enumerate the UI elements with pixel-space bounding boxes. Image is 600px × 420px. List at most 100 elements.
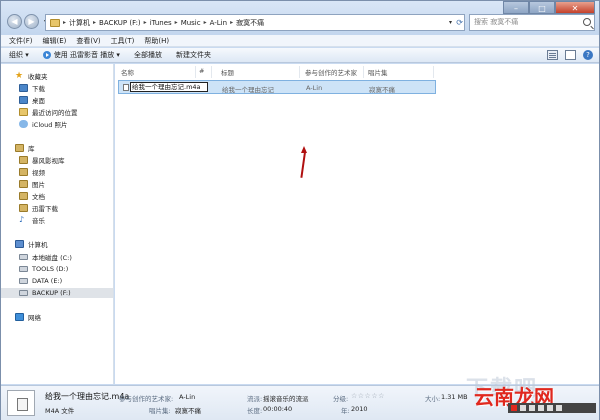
chevron-right-icon[interactable]: ▸ xyxy=(175,19,178,26)
nav-item-baofeng-library[interactable]: 暴风影视库 xyxy=(19,155,65,165)
desktop-icon xyxy=(19,96,28,104)
organize-button[interactable]: 组织 ▾ xyxy=(9,50,29,60)
column-header-album[interactable]: 唱片集 xyxy=(368,67,388,77)
details-file-name: 给我一个理由忘记.m4a xyxy=(45,392,130,401)
address-bar[interactable]: ▸ 计算机 ▸ BACKUP (F:) ▸ iTunes ▸ Music ▸ A… xyxy=(45,14,465,31)
nav-item-drive-d[interactable]: TOOLS (D:) xyxy=(19,264,68,274)
nav-item-pictures[interactable]: 图片 xyxy=(19,179,45,189)
cell-album: 寂寞不痛 xyxy=(369,86,395,94)
column-header-number[interactable]: # xyxy=(199,67,204,77)
play-all-button[interactable]: 全部播放 xyxy=(134,50,162,60)
column-divider[interactable] xyxy=(299,66,300,78)
breadcrumb-itunes[interactable]: iTunes xyxy=(150,19,172,27)
column-header-title[interactable]: 标题 xyxy=(221,67,234,77)
chevron-right-icon[interactable]: ▸ xyxy=(230,19,233,26)
details-file-type: M4A 文件 xyxy=(45,407,75,415)
nav-libraries[interactable]: 库 xyxy=(15,143,35,153)
chevron-right-icon[interactable]: ▸ xyxy=(63,19,66,26)
nav-item-videos[interactable]: 视频 xyxy=(19,167,45,177)
address-dropdown-icon[interactable]: ▾ xyxy=(449,15,452,30)
details-artist-value[interactable]: A-Lin xyxy=(179,393,195,401)
folder-icon xyxy=(50,18,60,27)
column-divider[interactable] xyxy=(195,66,196,78)
hard-drive-icon xyxy=(19,254,28,260)
column-header-name[interactable]: 名称 xyxy=(121,67,134,77)
nav-item-music[interactable]: ♪ 音乐 xyxy=(19,215,45,225)
details-album-label: 唱片集: xyxy=(149,407,171,415)
table-row[interactable]: 给我一个理由忘记.m4a 给我一个理由忘记 A-Lin 寂寞不痛 xyxy=(118,80,436,94)
play-with-label: 使用 迅雷影音 播放 ▾ xyxy=(53,51,120,59)
details-year-label: 年: xyxy=(341,407,350,415)
chevron-right-icon[interactable]: ▸ xyxy=(144,19,147,26)
ime-icon xyxy=(520,405,526,411)
network-icon xyxy=(15,313,24,321)
breadcrumb-backup-drive[interactable]: BACKUP (F:) xyxy=(99,19,141,27)
details-year-value[interactable]: 2010 xyxy=(351,405,368,413)
refresh-icon[interactable]: ⟳ xyxy=(456,15,463,30)
forward-button[interactable]: ▶ xyxy=(24,14,39,29)
column-divider[interactable] xyxy=(211,66,212,78)
details-size-label: 大小: xyxy=(425,395,441,403)
details-size-value: 1.31 MB xyxy=(441,393,468,401)
column-divider[interactable] xyxy=(433,66,434,78)
menu-file[interactable]: 文件(F) xyxy=(9,36,33,46)
chevron-right-icon[interactable]: ▸ xyxy=(204,19,207,26)
maximize-button[interactable]: □ xyxy=(529,1,555,14)
search-input[interactable]: 搜索 寂寞不痛 xyxy=(469,14,595,31)
videos-icon xyxy=(19,168,28,176)
rating-stars[interactable]: ☆☆☆☆☆ xyxy=(351,392,385,400)
nav-item-xunlei-downloads[interactable]: 迅雷下载 xyxy=(19,203,58,213)
nav-computer[interactable]: 计算机 xyxy=(15,239,48,249)
rename-input[interactable]: 给我一个理由忘记.m4a xyxy=(130,82,208,92)
explorer-window: ◀ ▶ ▾ ▸ 计算机 ▸ BACKUP (F:) ▸ iTunes ▸ Mus… xyxy=(0,0,600,420)
minimize-button[interactable]: – xyxy=(503,1,529,14)
new-folder-button[interactable]: 新建文件夹 xyxy=(176,50,211,60)
breadcrumb-artist[interactable]: A-Lin xyxy=(210,19,227,27)
preview-pane-icon[interactable] xyxy=(565,50,576,60)
details-album-value[interactable]: 寂寞不痛 xyxy=(175,405,201,415)
nav-item-label: 下载 xyxy=(32,85,45,93)
breadcrumb-music[interactable]: Music xyxy=(181,19,201,27)
nav-network[interactable]: 网络 xyxy=(15,312,41,322)
nav-item-icloud-photos[interactable]: iCloud 照片 xyxy=(19,119,67,129)
nav-item-drive-f[interactable]: BACKUP (F:) xyxy=(1,288,113,298)
recent-places-icon xyxy=(19,108,28,116)
menu-edit[interactable]: 编辑(E) xyxy=(43,36,67,46)
nav-item-desktop[interactable]: 桌面 xyxy=(19,95,45,105)
nav-item-label: 音乐 xyxy=(32,217,45,225)
column-divider[interactable] xyxy=(363,66,364,78)
file-list: 名称 # 标题 参与创作的艺术家 唱片集 给我一个理由忘记.m4a 给我一个理由… xyxy=(115,64,599,384)
back-button[interactable]: ◀ xyxy=(7,14,22,29)
close-button[interactable]: ✕ xyxy=(555,1,595,14)
nav-item-label: 图片 xyxy=(32,181,45,189)
music-note-icon: ♪ xyxy=(19,215,25,224)
command-bar: 组织 ▾ 使用 迅雷影音 播放 ▾ 全部播放 新建文件夹 ? xyxy=(1,48,599,63)
navigation-pane: ★ 收藏夹 下载 桌面 最近访问的位置 iCloud 照片 库 暴风影视库 视频… xyxy=(1,64,114,384)
menu-help[interactable]: 帮助(H) xyxy=(144,36,169,46)
column-header-artist[interactable]: 参与创作的艺术家 xyxy=(305,67,357,77)
nav-item-recent-places[interactable]: 最近访问的位置 xyxy=(19,107,78,117)
breadcrumb-album[interactable]: 寂寞不痛 xyxy=(236,18,264,28)
documents-icon xyxy=(19,192,28,200)
nav-favorites[interactable]: ★ 收藏夹 xyxy=(15,71,48,81)
change-view-icon[interactable] xyxy=(547,50,558,60)
arrow-line xyxy=(300,151,306,178)
details-genre-value[interactable]: 摇滚音乐的流派 xyxy=(263,393,309,403)
details-length-value: 00:00:40 xyxy=(263,405,293,413)
chevron-right-icon[interactable]: ▸ xyxy=(93,19,96,26)
nav-item-downloads[interactable]: 下载 xyxy=(19,83,45,93)
menu-tools[interactable]: 工具(T) xyxy=(111,36,135,46)
computer-icon xyxy=(15,240,24,248)
help-icon[interactable]: ? xyxy=(583,50,593,60)
play-with-button[interactable]: 使用 迅雷影音 播放 ▾ xyxy=(42,50,120,60)
nav-favorites-label: 收藏夹 xyxy=(28,73,48,81)
nav-item-drive-c[interactable]: 本地磁盘 (C:) xyxy=(19,252,72,262)
nav-item-drive-e[interactable]: DATA (E:) xyxy=(19,276,62,286)
details-artist-label: 参与创作的艺术家: xyxy=(119,395,174,403)
search-icon[interactable] xyxy=(583,18,591,26)
breadcrumb-computer[interactable]: 计算机 xyxy=(69,18,90,28)
nav-item-documents[interactable]: 文档 xyxy=(19,191,45,201)
nav-item-label: 暴风影视库 xyxy=(32,157,65,165)
star-icon: ★ xyxy=(15,71,24,81)
menu-view[interactable]: 查看(V) xyxy=(76,36,100,46)
